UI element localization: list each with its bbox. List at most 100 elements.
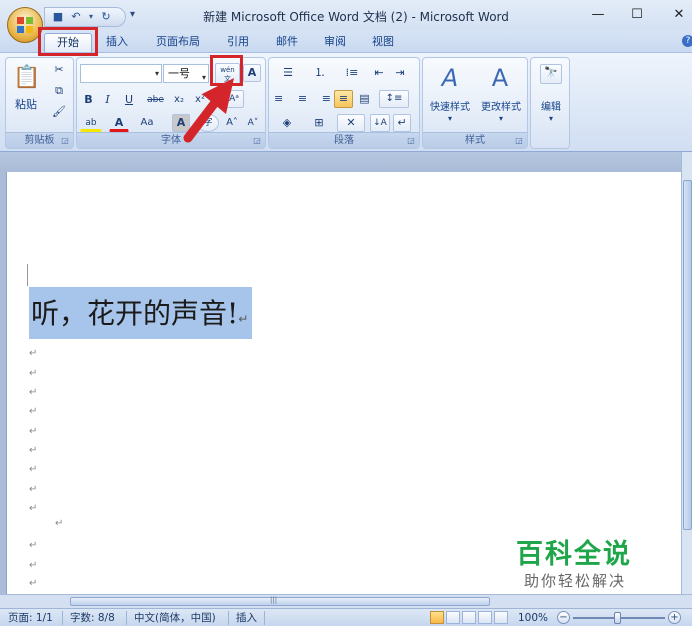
- chinese-layout-button[interactable]: ✕: [337, 114, 365, 132]
- tab-view[interactable]: 视图: [366, 33, 400, 52]
- shrink-font-button[interactable]: A˅: [243, 114, 263, 132]
- zoom-level[interactable]: 100%: [518, 611, 548, 625]
- minimize-button[interactable]: —: [588, 6, 608, 24]
- italic-button[interactable]: I: [99, 91, 116, 109]
- horizontal-scrollbar[interactable]: |||: [0, 594, 692, 608]
- full-screen-reading-view-icon[interactable]: [446, 611, 460, 624]
- top-margin-band: [0, 152, 692, 172]
- customize-qat-icon[interactable]: ▾: [130, 9, 135, 20]
- undo-icon[interactable]: ↶: [69, 10, 83, 24]
- undo-dropdown-icon[interactable]: ▾: [87, 10, 95, 24]
- bold-button[interactable]: B: [80, 91, 97, 109]
- insert-mode-indicator[interactable]: 插入: [236, 611, 257, 625]
- editing-group: 🔭 编辑 ▾: [530, 57, 570, 149]
- tab-mailings[interactable]: 邮件: [270, 33, 304, 52]
- change-case-button[interactable]: Aa: [135, 114, 159, 132]
- format-painter-icon[interactable]: 🖌: [50, 103, 68, 121]
- paragraph-group: ☰ ⒈ ⁞≡ ⇤ ⇥ ≡ ≡ ≡ ≡ ▤ ↕≡ ◈ ⊞ ✕ ↓A ↵ 段落 ◲: [268, 57, 420, 149]
- line-spacing-button[interactable]: ↕≡: [379, 90, 409, 108]
- paste-button[interactable]: 粘贴: [10, 96, 42, 112]
- paragraph-launcher-icon[interactable]: ◲: [406, 136, 416, 146]
- quick-access-toolbar: ■ ↶ ▾ ↻: [44, 7, 126, 27]
- save-icon[interactable]: ■: [51, 10, 65, 24]
- tab-review[interactable]: 审阅: [318, 33, 352, 52]
- help-icon[interactable]: ?: [682, 35, 692, 47]
- paragraph-mark-icon: ↵: [29, 464, 38, 475]
- zoom-slider-knob[interactable]: [614, 612, 621, 624]
- paragraph-group-label: 段落: [269, 132, 419, 148]
- quick-styles-button[interactable]: 快速样式: [425, 98, 475, 113]
- highlight-button[interactable]: ab: [80, 114, 102, 132]
- tab-insert[interactable]: 插入: [100, 33, 134, 52]
- horizontal-scroll-thumb[interactable]: [70, 597, 490, 606]
- editing-button[interactable]: 编辑: [533, 98, 569, 113]
- web-layout-view-icon[interactable]: [462, 611, 476, 624]
- multilevel-list-icon[interactable]: ⁞≡: [337, 64, 367, 82]
- font-launcher-icon[interactable]: ◲: [252, 136, 262, 146]
- vertical-scrollbar[interactable]: [681, 152, 692, 601]
- copy-icon[interactable]: ⧉: [50, 82, 68, 100]
- zoom-out-button[interactable]: −: [557, 611, 570, 624]
- draft-view-icon[interactable]: [494, 611, 508, 624]
- zoom-in-button[interactable]: +: [668, 611, 681, 624]
- font-name-combo[interactable]: ▾: [80, 64, 162, 83]
- shading-button[interactable]: ◈: [273, 114, 301, 132]
- strikethrough-button[interactable]: abe: [143, 91, 168, 109]
- underline-button[interactable]: U: [118, 91, 140, 109]
- language-indicator[interactable]: 中文(简体，中国): [134, 611, 216, 625]
- vertical-scroll-thumb[interactable]: [683, 180, 692, 530]
- outline-view-icon[interactable]: [478, 611, 492, 624]
- highlight-home-tab-box: [38, 27, 98, 56]
- styles-launcher-icon[interactable]: ◲: [514, 136, 524, 146]
- selected-heading-text[interactable]: 听，花开的声音!↵: [29, 287, 253, 339]
- borders-button[interactable]: ⊞: [305, 114, 333, 132]
- status-bar: 页面: 1/1 字数: 8/8 中文(简体，中国) 插入 100% − +: [0, 608, 692, 626]
- decrease-indent-icon[interactable]: ⇤: [369, 64, 389, 82]
- paragraph-mark-icon: ↵: [29, 560, 38, 571]
- distribute-button[interactable]: ▤: [355, 90, 374, 108]
- paragraph-mark-icon: ↵: [29, 540, 38, 551]
- increase-indent-icon[interactable]: ⇥: [390, 64, 410, 82]
- align-right-button[interactable]: ≡: [313, 90, 332, 108]
- numbering-icon[interactable]: ⒈: [305, 64, 335, 82]
- justify-button[interactable]: ≡: [334, 90, 353, 108]
- print-layout-view-icon[interactable]: [430, 611, 444, 624]
- status-divider: [126, 611, 127, 625]
- sort-button[interactable]: ↓A: [370, 114, 390, 132]
- ribbon-tabs: 开始 插入 页面布局 引用 邮件 审阅 视图: [0, 30, 692, 52]
- align-left-button[interactable]: ≡: [273, 90, 292, 108]
- paragraph-mark-icon: ↵: [29, 368, 38, 379]
- paste-icon[interactable]: 📋: [12, 62, 40, 94]
- paragraph-mark-icon: ↵: [29, 445, 38, 456]
- paragraph-mark-icon: ↵: [29, 578, 38, 589]
- annotation-arrow-icon: [183, 78, 234, 143]
- chevron-down-icon: ▾: [447, 114, 452, 123]
- styles-group: A 快速样式 ▾ A 更改样式 ▾ 样式 ◲: [422, 57, 528, 149]
- binoculars-icon[interactable]: 🔭: [540, 64, 562, 84]
- change-styles-button[interactable]: 更改样式: [475, 98, 527, 113]
- clipboard-group: 📋 粘贴 ✂ ⧉ 🖌 剪贴板 ◲: [5, 57, 74, 149]
- tab-references[interactable]: 引用: [221, 33, 255, 52]
- word-window: 新建 Microsoft Office Word 文档 (2) - Micros…: [0, 0, 692, 626]
- change-styles-icon[interactable]: A: [483, 62, 517, 94]
- chevron-down-icon: ▾: [154, 69, 159, 78]
- paragraph-mark-icon: ↵: [29, 387, 38, 398]
- word-count[interactable]: 字数: 8/8: [70, 611, 115, 625]
- page-count[interactable]: 页面: 1/1: [8, 611, 53, 625]
- font-color-button[interactable]: A: [109, 114, 129, 132]
- redo-icon[interactable]: ↻: [99, 10, 113, 24]
- status-divider: [264, 611, 265, 625]
- paragraph-mark-icon: ↵: [29, 348, 38, 359]
- align-center-button[interactable]: ≡: [293, 90, 312, 108]
- quick-styles-icon[interactable]: A: [433, 62, 467, 94]
- clipboard-launcher-icon[interactable]: ◲: [60, 136, 70, 146]
- close-button[interactable]: ✕: [669, 6, 689, 24]
- paragraph-mark-icon: ↵: [238, 312, 249, 326]
- status-divider: [62, 611, 63, 625]
- tab-page-layout[interactable]: 页面布局: [150, 33, 206, 52]
- ribbon: 📋 粘贴 ✂ ⧉ 🖌 剪贴板 ◲ ▾ 一号 ▾ wén 文 A B I U ab…: [0, 52, 692, 152]
- cut-icon[interactable]: ✂: [50, 61, 68, 79]
- bullets-icon[interactable]: ☰: [273, 64, 303, 82]
- maximize-button[interactable]: ☐: [627, 6, 647, 24]
- show-hide-marks-button[interactable]: ↵: [393, 114, 411, 132]
